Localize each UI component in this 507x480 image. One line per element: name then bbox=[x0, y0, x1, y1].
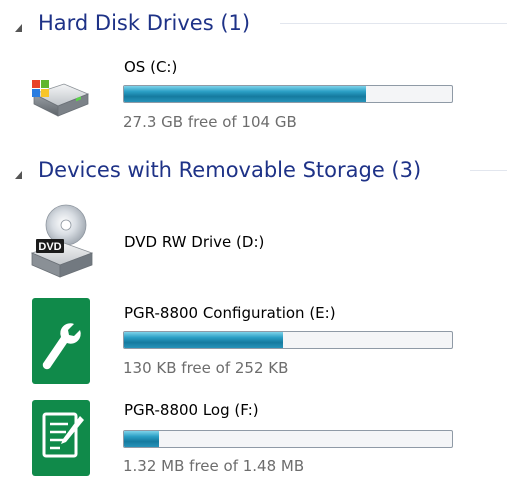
drive-name: OS (C:) bbox=[124, 58, 178, 76]
group-title: Hard Disk Drives (1) bbox=[38, 11, 251, 35]
drive-name: PGR-8800 Configuration (E:) bbox=[124, 304, 336, 322]
drive-free-space: 1.32 MB free of 1.48 MB bbox=[123, 457, 305, 475]
drive-item-os-c[interactable]: OS (C:) 27.3 GB free of 104 GB bbox=[0, 55, 507, 135]
group-title: Devices with Removable Storage (3) bbox=[38, 158, 422, 182]
hard-disk-windows-icon bbox=[30, 80, 90, 140]
drive-usage-bar bbox=[123, 430, 453, 448]
group-header-removable-storage[interactable]: Devices with Removable Storage (3) bbox=[0, 155, 507, 185]
drive-item-pgr-log-f[interactable]: PGR-8800 Log (F:) 1.32 MB free of 1.48 M… bbox=[0, 397, 507, 479]
group-divider bbox=[280, 23, 507, 24]
drive-item-pgr-config-e[interactable]: PGR-8800 Configuration (E:) 130 KB free … bbox=[0, 296, 507, 386]
dvd-drive-icon: DVD bbox=[30, 203, 94, 278]
drive-usage-bar bbox=[123, 331, 453, 349]
notepad-pencil-icon bbox=[32, 400, 90, 476]
drive-usage-bar bbox=[123, 85, 453, 103]
drive-free-space: 130 KB free of 252 KB bbox=[123, 359, 289, 377]
dvd-icon-label: DVD bbox=[38, 241, 61, 253]
drive-item-dvd-d[interactable]: DVD DVD RW Drive (D:) bbox=[0, 195, 507, 285]
drive-name: DVD RW Drive (D:) bbox=[124, 233, 265, 251]
group-divider bbox=[470, 170, 507, 171]
drive-name: PGR-8800 Log (F:) bbox=[124, 401, 259, 419]
group-header-hard-disk-drives[interactable]: Hard Disk Drives (1) bbox=[0, 8, 507, 38]
drive-free-space: 27.3 GB free of 104 GB bbox=[123, 113, 297, 131]
wrench-icon bbox=[32, 298, 90, 384]
